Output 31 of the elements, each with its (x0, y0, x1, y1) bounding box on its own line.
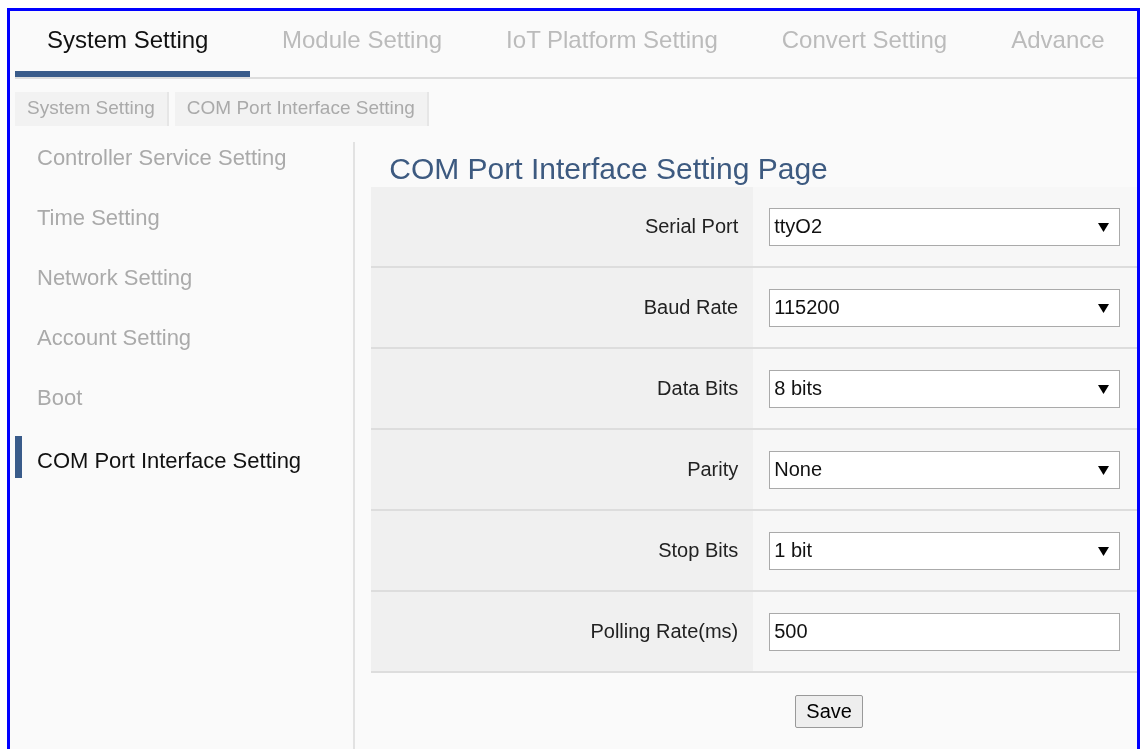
sidebar-item[interactable]: Controller Service Setting (15, 142, 354, 202)
field-label: Parity (687, 458, 739, 481)
tab[interactable]: Module Setting (250, 11, 475, 77)
caret-icon (1098, 464, 1110, 475)
caret-icon (1098, 221, 1110, 232)
page-title: COM Port Interface Setting Page (389, 152, 829, 187)
breadcrumb-item[interactable]: COM Port Interface Setting (174, 92, 429, 126)
dropdown[interactable]: 8 bits (769, 369, 1121, 408)
dropdown[interactable]: 1 bit (769, 531, 1121, 570)
tab[interactable]: IoT Platform Setting (474, 11, 750, 77)
sidebar-item[interactable]: COM Port Interface Setting (15, 436, 354, 478)
sidebar-item[interactable]: Time Setting (15, 202, 354, 262)
field-label: Baud Rate (643, 296, 739, 319)
field-label: Stop Bits (658, 539, 739, 562)
caret-icon (1098, 383, 1110, 394)
caret-icon (1098, 302, 1110, 313)
dropdown[interactable]: 115200 (769, 288, 1121, 327)
sidebar-item[interactable]: Account Setting (15, 322, 354, 382)
breadcrumb-item[interactable]: System Setting (15, 92, 169, 126)
caret-icon (1098, 545, 1110, 556)
field-label: Data Bits (657, 377, 739, 400)
field-label: Polling Rate(ms) (590, 620, 739, 643)
tab[interactable]: System Setting (15, 11, 250, 77)
sidebar-item[interactable]: Network Setting (15, 262, 354, 322)
dropdown[interactable]: ttyO2 (769, 207, 1121, 246)
dropdown[interactable]: None (769, 450, 1121, 489)
field-label: Serial Port (644, 215, 739, 238)
tab[interactable]: Convert Setting (749, 11, 980, 77)
input-field[interactable]: 500 (769, 612, 1121, 651)
save-button[interactable]: Save (795, 695, 863, 728)
tab[interactable]: Advance (979, 11, 1137, 77)
